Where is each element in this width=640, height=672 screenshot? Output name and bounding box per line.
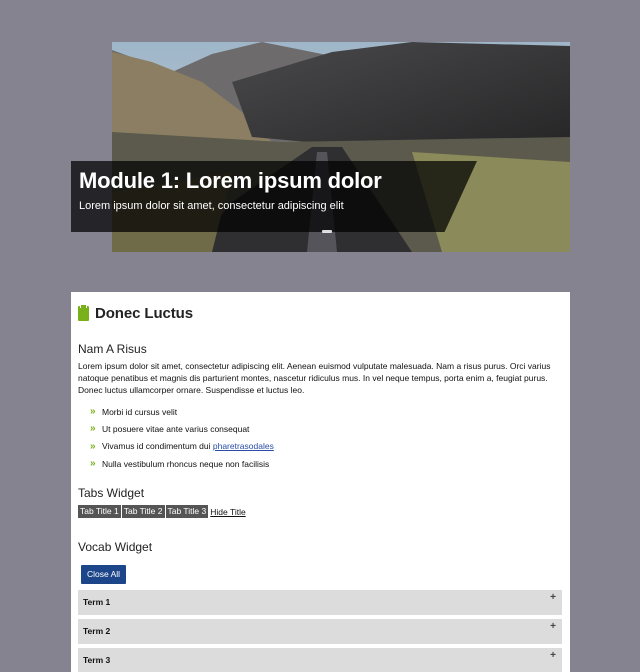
list-item-text: Morbi id cursus velit [102, 406, 178, 417]
hero-subtitle: Lorem ipsum dolor sit amet, consectetur … [79, 200, 344, 212]
terms-accordion: Term 1 + Term 2 + Term 3 + [78, 590, 562, 672]
section-heading-nam-a-risus: Nam A Risus [78, 342, 147, 356]
list-item-text: Nulla vestibulum rhoncus neque non facil… [102, 458, 270, 469]
tab-title-3[interactable]: Tab Title 3 [165, 505, 209, 518]
card-title: Donec Luctus [95, 304, 193, 322]
bullet-list: » Morbi id cursus velit » Ut posuere vit… [90, 403, 274, 472]
term-2-header[interactable]: Term 2 + [78, 619, 562, 644]
card-header: Donec Luctus [78, 303, 193, 323]
plus-icon[interactable]: + [550, 622, 556, 632]
close-all-button[interactable]: Close All [81, 565, 127, 584]
chevron-double-right-icon: » [90, 440, 96, 452]
term-label: Term 2 [83, 626, 111, 636]
list-item-text: Ut posuere vitae ante varius consequat [102, 423, 250, 434]
tabs-row: Tab Title 1 Tab Title 2 Tab Title 3 Hide… [78, 505, 246, 518]
list-item: » Vivamus id condimentum dui pharetrasod… [90, 438, 274, 455]
pharetrasodales-link[interactable]: pharetrasodales [213, 441, 274, 451]
list-item-text: Vivamus id condimentum dui [102, 441, 213, 452]
chevron-double-right-icon: » [90, 458, 96, 470]
tab-title-1[interactable]: Tab Title 1 [78, 505, 121, 518]
hide-title-link[interactable]: Hide Title [210, 507, 245, 517]
chevron-double-right-icon: » [90, 423, 96, 435]
body-paragraph: Lorem ipsum dolor sit amet, consectetur … [78, 361, 551, 395]
section-heading-vocab-widget: Vocab Widget [78, 540, 153, 554]
plus-icon[interactable]: + [550, 593, 556, 603]
term-1-header[interactable]: Term 1 + [78, 590, 562, 615]
clipboard-icon [78, 303, 89, 321]
list-item: » Morbi id cursus velit [90, 403, 274, 420]
term-label: Term 1 [83, 597, 111, 607]
plus-icon[interactable]: + [550, 651, 556, 661]
hero-caption: Module 1: Lorem ipsum dolor Lorem ipsum … [71, 161, 477, 232]
hero-title: Module 1: Lorem ipsum dolor [79, 168, 382, 193]
slide-indicator[interactable] [322, 230, 332, 233]
content-card: Donec Luctus Nam A Risus Lorem ipsum dol… [71, 292, 570, 672]
list-item: » Ut posuere vitae ante varius consequat [90, 420, 274, 437]
section-heading-tabs-widget: Tabs Widget [78, 486, 145, 500]
tab-title-2[interactable]: Tab Title 2 [121, 505, 165, 518]
page: Module 1: Lorem ipsum dolor Lorem ipsum … [0, 0, 640, 672]
chevron-double-right-icon: » [90, 406, 96, 418]
list-item: » Nulla vestibulum rhoncus neque non fac… [90, 455, 274, 472]
term-label: Term 3 [83, 655, 111, 665]
term-3-header[interactable]: Term 3 + [78, 648, 562, 672]
